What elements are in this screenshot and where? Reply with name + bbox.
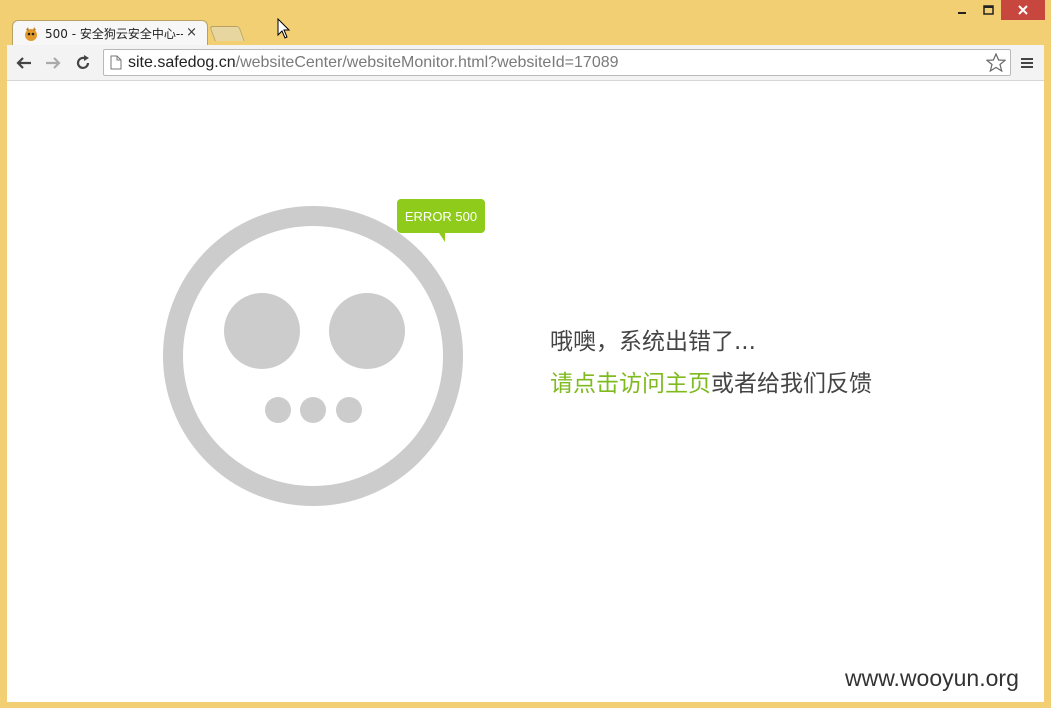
maximize-icon bbox=[982, 5, 994, 15]
feedback-text: 或者给我们反馈 bbox=[711, 371, 872, 397]
star-icon[interactable] bbox=[986, 53, 1006, 72]
help-message: 请点击访问主页或者给我们反馈 bbox=[550, 364, 872, 398]
error-badge: ERROR 500 bbox=[397, 199, 485, 233]
minimize-button[interactable] bbox=[949, 0, 975, 20]
browser-tab[interactable]: 500 - 安全狗云安全中心-- × bbox=[12, 20, 208, 46]
close-window-button[interactable] bbox=[1001, 0, 1045, 20]
right-eye bbox=[329, 293, 405, 369]
error-message: 哦噢，系统出错了... bbox=[550, 329, 756, 355]
menu-button[interactable] bbox=[1015, 52, 1039, 74]
homepage-link[interactable]: 请点击访问主页 bbox=[550, 371, 711, 397]
page-icon bbox=[110, 55, 122, 70]
forward-button[interactable] bbox=[41, 52, 65, 74]
mouth-dot bbox=[336, 397, 362, 423]
mouth-dot bbox=[265, 397, 291, 423]
new-tab-button[interactable] bbox=[209, 26, 245, 41]
window-controls bbox=[949, 0, 1045, 22]
url-text: site.safedog.cn/websiteCenter/websiteMon… bbox=[128, 54, 619, 72]
address-bar[interactable]: site.safedog.cn/websiteCenter/websiteMon… bbox=[103, 49, 1011, 76]
watermark: www.wooyun.org bbox=[845, 665, 1019, 691]
tab-title: 500 - 安全狗云安全中心-- bbox=[45, 27, 183, 41]
cursor-icon bbox=[277, 18, 291, 39]
mouth-dot bbox=[300, 397, 326, 423]
safedog-favicon-icon bbox=[25, 26, 37, 41]
error-face-illustration bbox=[163, 206, 463, 506]
left-eye bbox=[224, 293, 300, 369]
back-arrow-icon bbox=[16, 57, 31, 69]
tab-close-icon[interactable]: × bbox=[186, 25, 197, 40]
browser-toolbar: site.safedog.cn/websiteCenter/websiteMon… bbox=[7, 45, 1044, 81]
menu-icon bbox=[1021, 58, 1033, 68]
maximize-button[interactable] bbox=[975, 0, 1001, 20]
url-path: /websiteCenter/websiteMonitor.html?websi… bbox=[235, 54, 619, 71]
reload-button[interactable] bbox=[71, 52, 95, 74]
back-button[interactable] bbox=[12, 52, 36, 74]
error-badge-tail bbox=[433, 233, 445, 242]
close-icon bbox=[1018, 5, 1028, 15]
url-host: site.safedog.cn bbox=[128, 54, 236, 71]
forward-arrow-icon bbox=[46, 57, 61, 69]
reload-icon bbox=[76, 55, 90, 69]
face-outline bbox=[163, 206, 463, 506]
minimize-icon bbox=[958, 12, 966, 14]
